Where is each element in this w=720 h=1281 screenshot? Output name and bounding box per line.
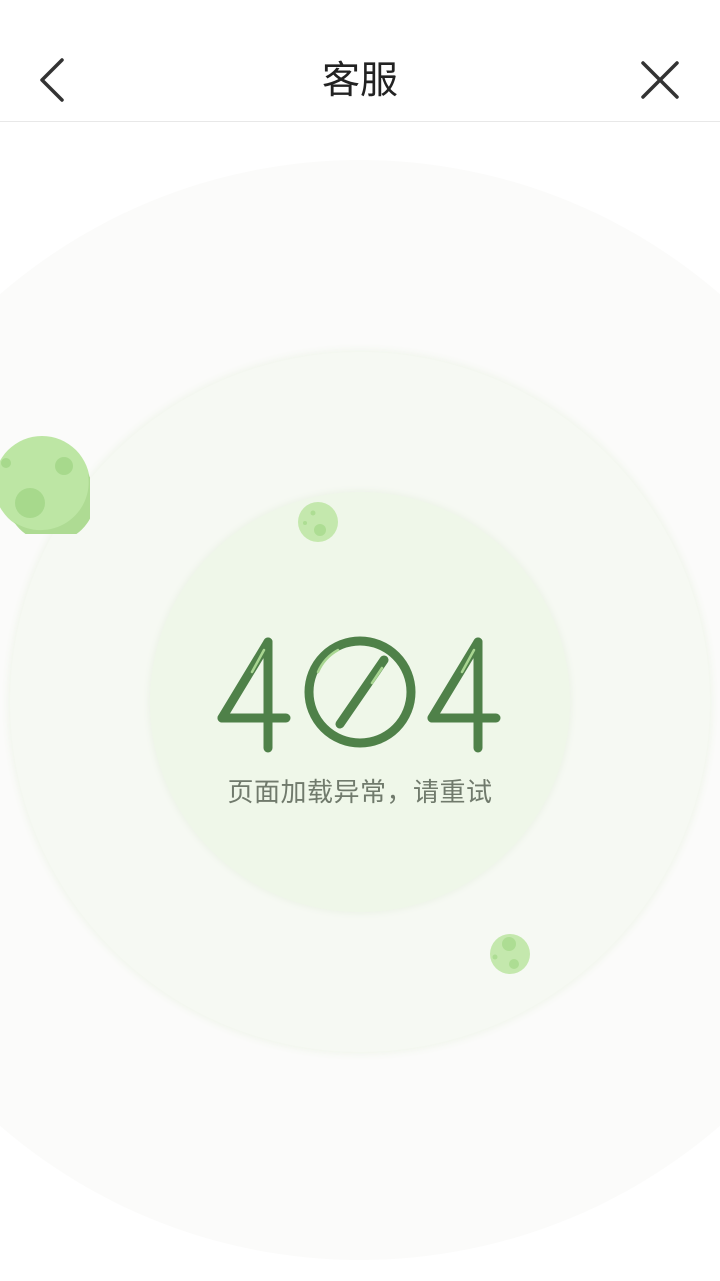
close-icon <box>641 61 679 99</box>
digit-four-left <box>217 637 291 753</box>
top-navigation-bar: 客服 <box>0 0 720 122</box>
error-404-graphic: 404 <box>217 636 501 753</box>
error-page-content: 404 页面加载异常，请重试 <box>0 122 720 1281</box>
page-title: 客服 <box>321 58 398 102</box>
error-message: 页面加载异常，请重试 <box>227 778 493 808</box>
small-planet-icon <box>490 934 530 974</box>
close-button[interactable] <box>632 52 688 108</box>
digit-four-right <box>427 637 501 753</box>
small-planet-icon <box>298 502 338 542</box>
large-planet-icon <box>0 436 90 534</box>
